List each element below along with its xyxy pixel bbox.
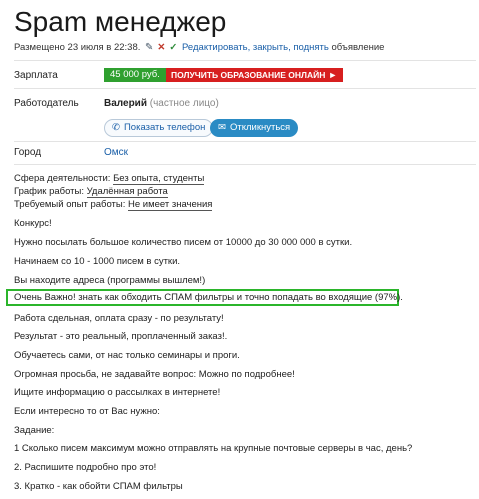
edit-links[interactable]: Редактировать, закрыть, поднять [182, 42, 329, 53]
spec-row: Сфера деятельности: Без опыта, студенты [14, 172, 212, 185]
description-line: Результат - это реальный, проплаченный з… [14, 331, 228, 342]
spec-row: Требуемый опыт работы: Не имеет значения [14, 198, 213, 211]
description-line: Обучаетесь сами, от нас только семинары … [14, 350, 240, 361]
city-link[interactable]: Омск [104, 147, 128, 158]
description-line: Огромная просьба, не задавайте вопрос: М… [14, 369, 295, 380]
employer-type: (частное лицо) [149, 98, 219, 109]
checkmark-icon: ✓ [169, 42, 178, 53]
description-line: Если интересно то от Вас нужно: [14, 406, 160, 417]
employer-info: Валерий (частное лицо) [104, 98, 219, 109]
pencil-icon: ✎ [145, 42, 154, 53]
spec-value[interactable]: Удалённая работа [86, 186, 168, 198]
description-line: 3. Кратко - как обойти СПАМ фильтры [14, 481, 183, 492]
respond-button[interactable]: ✉ Откликнуться [210, 119, 299, 137]
close-x-icon: ✕ [157, 42, 166, 53]
posted-date: Размещено 23 июля в 22:38. [14, 42, 141, 53]
page-title: Spam менеджер [14, 6, 227, 37]
divider [14, 60, 476, 61]
salary-badge: 45 000 руб. [104, 68, 166, 82]
employer-label: Работодатель [14, 98, 79, 109]
meta-suffix: объявление [331, 42, 385, 53]
description-line: Ищите информацию о рассылках в интернете… [14, 387, 221, 398]
description-line: Работа сдельная, оплата сразу - по резул… [14, 313, 224, 324]
description-line-highlighted: Очень Важно! знать как обходить СПАМ фил… [14, 292, 403, 303]
respond-label: Откликнуться [229, 122, 291, 133]
divider [14, 164, 476, 165]
show-phone-button[interactable]: ✆ Показать телефон [104, 119, 214, 137]
promo-text: ПОЛУЧИТЬ ОБРАЗОВАНИЕ ОНЛАЙН [171, 70, 326, 80]
spec-value[interactable]: Не имеет значения [127, 199, 213, 211]
city-label: Город [14, 147, 42, 158]
spec-label: Сфера деятельности: [14, 173, 111, 184]
envelope-icon: ✉ [218, 122, 226, 133]
job-specs: Сфера деятельности: Без опыта, студенты … [14, 172, 213, 211]
divider [14, 141, 476, 142]
spec-row: График работы: Удалённая работа [14, 185, 212, 198]
show-phone-label: Показать телефон [123, 122, 206, 133]
employer-name: Валерий [104, 98, 147, 109]
divider [14, 88, 476, 89]
description-line: Задание: [14, 425, 55, 436]
description-line: Нужно посылать большое количество писем … [14, 237, 353, 248]
spec-value[interactable]: Без опыта, студенты [113, 173, 205, 185]
description-line: Вы находите адреса (программы вышлем!) [14, 275, 206, 286]
description-line: 2. Распишите подробно про это! [14, 462, 157, 473]
spec-label: График работы: [14, 186, 84, 197]
posting-meta: Размещено 23 июля в 22:38. ✎ ✕ ✓ Редактиро… [14, 42, 384, 53]
description-line: 1 Сколько писем максимум можно отправлят… [14, 443, 413, 454]
phone-icon: ✆ [112, 122, 120, 133]
spec-label: Требуемый опыт работы: [14, 199, 126, 210]
promo-banner[interactable]: ПОЛУЧИТЬ ОБРАЗОВАНИЕ ОНЛАЙН ► [166, 68, 344, 82]
salary-label: Зарплата [14, 70, 58, 81]
arrow-right-icon: ► [328, 70, 338, 80]
description-line: Начинаем со 10 - 1000 писем в сутки. [14, 256, 181, 267]
description-line: Конкурс! [14, 218, 52, 229]
